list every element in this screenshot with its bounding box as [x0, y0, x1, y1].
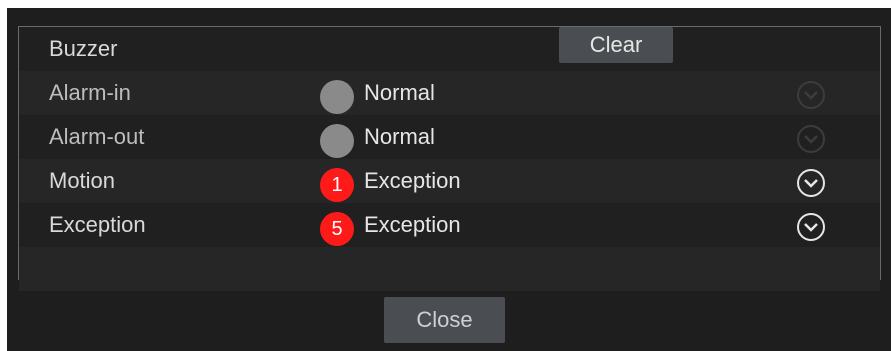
row-label-exception: Exception: [49, 212, 146, 237]
status-dot-icon: [320, 80, 354, 114]
chevron-down-icon[interactable]: [796, 212, 826, 242]
status-text-exception: Exception: [364, 212, 461, 237]
exception-count-badge: 1: [320, 168, 354, 202]
row-label-buzzer: Buzzer: [49, 36, 118, 61]
row-label-alarm-in: Alarm-in: [49, 80, 131, 105]
row-exception: Exception 5 Exception: [19, 203, 880, 247]
row-label-alarm-out: Alarm-out: [49, 124, 145, 149]
empty-row: [19, 247, 880, 291]
close-button[interactable]: Close: [384, 297, 505, 343]
exception-count-badge: 5: [320, 212, 354, 246]
chevron-down-icon[interactable]: [796, 80, 826, 110]
status-dot-icon: [320, 124, 354, 158]
row-buzzer: Buzzer Clear: [19, 27, 880, 71]
row-alarm-out: Alarm-out Normal: [19, 115, 880, 159]
clear-button[interactable]: Clear: [559, 27, 673, 63]
alarm-status-dialog: Buzzer Clear Alarm-in Normal Alarm-out N…: [7, 8, 891, 351]
status-text-motion: Exception: [364, 168, 461, 193]
chevron-down-icon[interactable]: [796, 124, 826, 154]
row-motion: Motion 1 Exception: [19, 159, 880, 203]
row-alarm-in: Alarm-in Normal: [19, 71, 880, 115]
row-label-motion: Motion: [49, 168, 116, 193]
alarm-status-panel: Buzzer Clear Alarm-in Normal Alarm-out N…: [18, 26, 881, 291]
chevron-down-icon[interactable]: [796, 168, 826, 198]
status-text-alarm-out: Normal: [364, 124, 435, 149]
status-text-alarm-in: Normal: [364, 80, 435, 105]
